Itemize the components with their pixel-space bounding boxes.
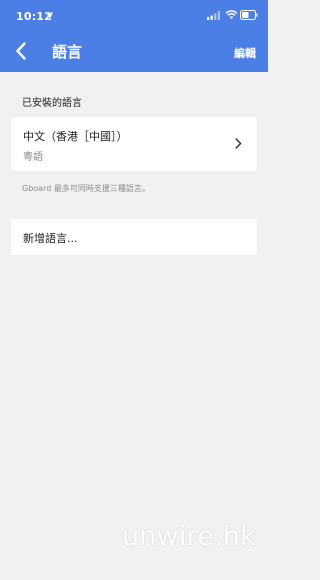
edit-button[interactable]: 編輯 [234,45,256,61]
installed-languages-heading: 已安裝的語言 [22,98,82,109]
chevron-left-icon [16,42,26,60]
page-title: 語言 [52,43,83,61]
location-arrow-icon [45,11,54,20]
chevron-right-icon [235,138,242,149]
add-language-button[interactable]: 新增語言... [11,219,257,255]
back-button[interactable] [8,36,34,66]
wifi-icon [225,10,238,19]
watermark-text: unwire.hk [121,521,256,552]
language-name: 中文（香港［中國］） [23,130,128,143]
language-variant: 粵語 [23,152,43,163]
status-bar: 10:12 [0,0,268,28]
cellular-signal-icon [207,11,220,20]
battery-icon [240,10,258,20]
installed-language-row[interactable]: 中文（香港［中國］） 粵語 [11,117,257,171]
top-app-bar: 10:12 語言 編輯 [0,0,268,72]
add-language-label: 新增語言... [23,232,78,245]
language-support-note: Gboard 最多可同時支援三種語言。 [22,184,150,193]
